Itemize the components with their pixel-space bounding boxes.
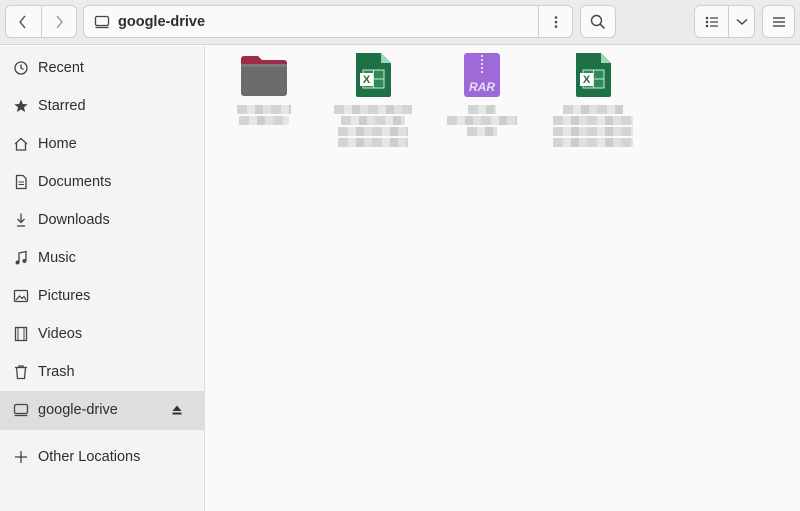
sidebar-item-music[interactable]: Music xyxy=(0,239,205,277)
file-name-obscured xyxy=(334,104,412,148)
file-item-spreadsheet[interactable]: X xyxy=(538,50,648,148)
music-icon xyxy=(13,250,29,266)
sidebar-item-label: Pictures xyxy=(38,288,91,304)
clock-icon xyxy=(13,60,29,76)
search-button[interactable] xyxy=(580,5,616,38)
home-icon xyxy=(13,136,29,152)
sidebar-item-label: google-drive xyxy=(38,402,118,418)
file-item-folder[interactable] xyxy=(209,50,319,126)
search-icon xyxy=(590,14,606,29)
path-title: google-drive xyxy=(118,13,206,30)
excel-icon: X xyxy=(568,50,618,100)
rar-archive-icon: RAR xyxy=(457,50,507,100)
sidebar-item-label: Trash xyxy=(38,364,75,380)
rar-label: RAR xyxy=(469,80,495,94)
file-name-obscured xyxy=(237,104,291,126)
svg-text:X: X xyxy=(583,74,591,86)
file-item-archive[interactable]: RAR xyxy=(427,50,537,137)
trash-icon xyxy=(13,364,29,380)
file-item-spreadsheet[interactable]: X xyxy=(318,50,428,148)
sidebar-item-documents[interactable]: Documents xyxy=(0,163,205,201)
list-view-icon xyxy=(705,16,718,27)
sidebar-item-label: Starred xyxy=(38,98,86,114)
location-menu-button[interactable] xyxy=(538,6,572,37)
view-options-dropdown[interactable] xyxy=(728,6,754,37)
sidebar-item-other-locations[interactable]: Other Locations xyxy=(0,438,205,476)
sidebar-item-home[interactable]: Home xyxy=(0,125,205,163)
sidebar-item-google-drive[interactable]: google-drive xyxy=(0,391,205,429)
sidebar-item-downloads[interactable]: Downloads xyxy=(0,201,205,239)
kebab-menu-icon xyxy=(554,15,557,28)
sidebar-item-recent[interactable]: Recent xyxy=(0,49,205,87)
drive-icon xyxy=(13,402,29,418)
sidebar-item-label: Home xyxy=(38,136,77,152)
path-bar: google-drive xyxy=(83,5,573,38)
main-menu-button[interactable] xyxy=(762,5,795,38)
sidebar-item-label: Music xyxy=(38,250,76,266)
header-bar: google-drive xyxy=(0,0,800,45)
list-view-button[interactable] xyxy=(695,6,728,37)
drive-icon xyxy=(94,15,110,28)
chevron-left-icon xyxy=(19,15,26,28)
document-icon xyxy=(13,174,29,190)
download-icon xyxy=(13,212,29,228)
excel-icon: X xyxy=(348,50,398,100)
svg-text:X: X xyxy=(363,74,371,86)
chevron-right-icon xyxy=(56,15,63,28)
file-view: X RAR X xyxy=(206,46,800,511)
plus-icon xyxy=(13,449,29,465)
eject-icon[interactable] xyxy=(171,404,183,416)
star-icon xyxy=(13,98,29,114)
path-segment-current[interactable]: google-drive xyxy=(84,6,538,37)
sidebar-item-videos[interactable]: Videos xyxy=(0,315,205,353)
back-button[interactable] xyxy=(6,6,41,37)
sidebar-item-trash[interactable]: Trash xyxy=(0,353,205,391)
video-icon xyxy=(13,326,29,342)
sidebar: Recent Starred Home Documents Downloads … xyxy=(0,46,205,511)
file-name-obscured xyxy=(447,104,517,137)
sidebar-item-label: Documents xyxy=(38,174,112,190)
folder-icon xyxy=(239,50,289,100)
chevron-down-icon xyxy=(736,18,747,25)
hamburger-icon xyxy=(772,16,785,27)
sidebar-item-label: Recent xyxy=(38,60,84,76)
view-options-group xyxy=(694,5,755,38)
navigation-buttons xyxy=(5,5,77,38)
sidebar-item-label: Other Locations xyxy=(38,449,141,465)
sidebar-separator xyxy=(0,429,205,430)
sidebar-item-label: Downloads xyxy=(38,212,110,228)
sidebar-item-label: Videos xyxy=(38,326,83,342)
sidebar-item-starred[interactable]: Starred xyxy=(0,87,205,125)
sidebar-item-pictures[interactable]: Pictures xyxy=(0,277,205,315)
file-name-obscured xyxy=(553,104,633,148)
picture-icon xyxy=(13,288,29,304)
forward-button[interactable] xyxy=(40,6,77,37)
